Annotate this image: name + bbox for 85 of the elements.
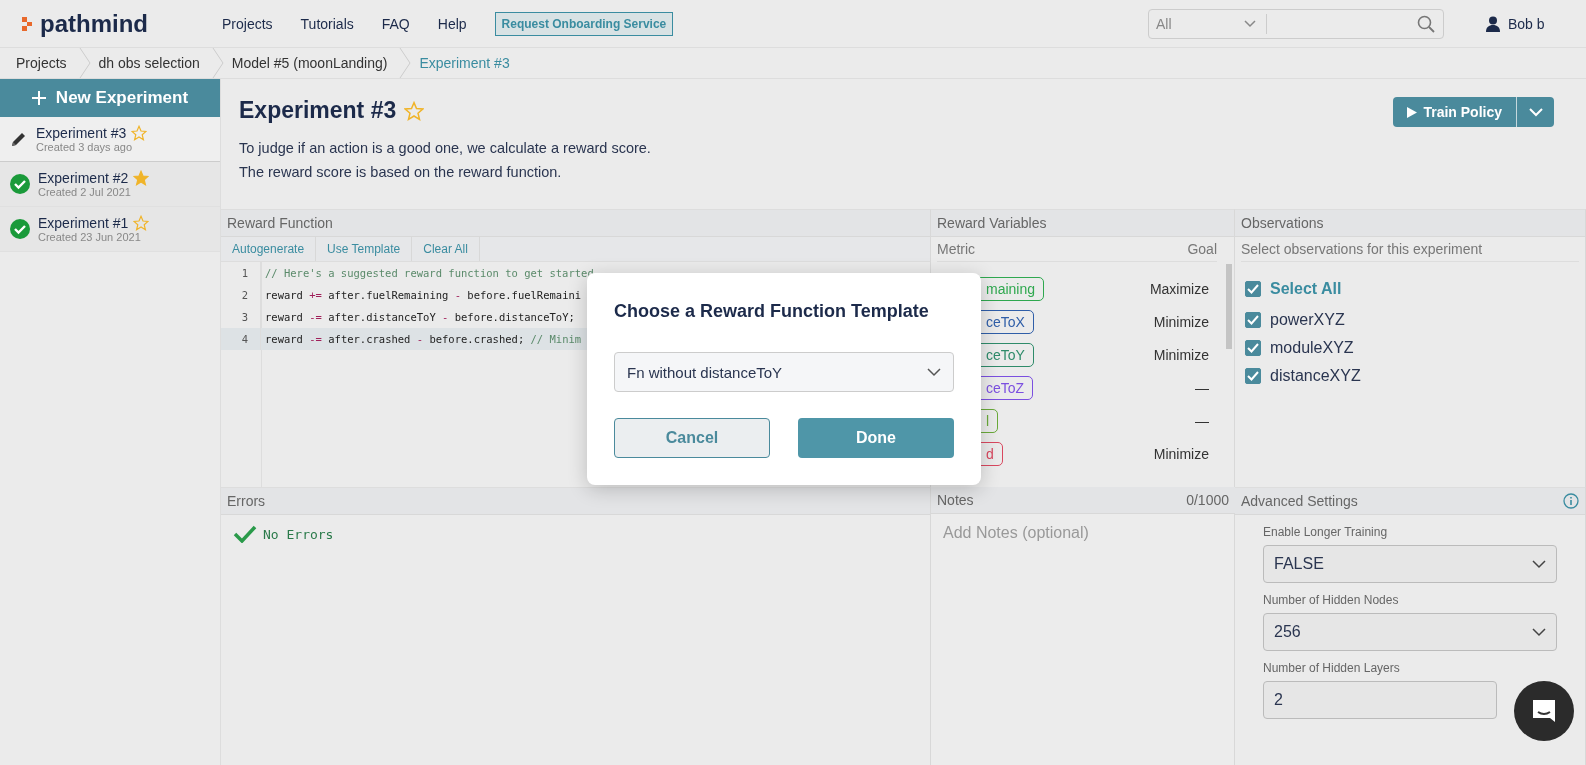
description-text: To judge if an action is a good one, we calculate a reward score. — [239, 139, 651, 158]
experiment-date: Created 3 days ago — [36, 141, 133, 153]
check-circle-icon — [10, 219, 30, 239]
play-icon — [1407, 106, 1418, 118]
user-icon — [1486, 15, 1500, 32]
checkbox[interactable] — [1245, 368, 1261, 384]
observation-label[interactable]: distanceXYZ — [1270, 367, 1361, 385]
pencil-icon — [10, 130, 28, 148]
star-icon[interactable] — [133, 215, 150, 231]
field-label: Enable Longer Training — [1263, 525, 1389, 539]
nav-link[interactable]: Projects — [222, 15, 273, 32]
chevron-icon — [927, 367, 941, 377]
plus-icon — [31, 91, 46, 105]
experiment-date: Created 2 Jul 2021 — [38, 186, 132, 198]
search-icon[interactable] — [1417, 14, 1435, 33]
template-select[interactable]: Fn without distanceToY — [614, 352, 954, 392]
goal-text: Minimize — [1153, 313, 1209, 330]
panel-header: Advanced Settings — [1241, 492, 1358, 511]
column-header: Goal — [1187, 241, 1217, 257]
chevron-separator-icon — [399, 48, 412, 78]
character-count: 0/1000 — [1186, 491, 1229, 510]
chevron-icon — [1532, 627, 1546, 637]
breadcrumb[interactable]: Projects — [16, 55, 79, 71]
notes-field[interactable]: Add Notes (optional) — [931, 514, 1235, 765]
experiment-title: Experiment #2 — [38, 170, 129, 186]
panel-header: Errors — [221, 488, 930, 515]
goal-text: Minimize — [1153, 445, 1209, 462]
star-icon[interactable] — [404, 100, 425, 121]
goal-text: Minimize — [1153, 346, 1209, 363]
code-line: reward += after.fuelRemaining - before.fuelRemaini — [265, 289, 582, 301]
star-icon[interactable] — [131, 125, 148, 141]
nav-link[interactable]: Help — [437, 15, 467, 32]
hint-text: Select observations for this experiment — [1241, 237, 1579, 262]
field-label: Number of Hidden Layers — [1263, 661, 1401, 675]
line-number: 4 — [221, 328, 261, 350]
star-icon[interactable] — [133, 170, 150, 186]
experiment-item[interactable]: Experiment #3 Created 3 days ago — [0, 117, 220, 162]
chevron-icon — [1528, 107, 1543, 117]
nav-link[interactable]: FAQ — [381, 15, 410, 32]
checkbox[interactable] — [1245, 340, 1261, 356]
column-header: Metric — [937, 241, 976, 257]
experiment-title: Experiment #3 — [239, 97, 397, 124]
checkbox[interactable] — [1245, 312, 1261, 328]
experiment-item[interactable]: Experiment #1 Created 23 Jun 2021 — [0, 207, 220, 252]
goal-text: Maximize — [1149, 280, 1209, 297]
checkmark-icon — [233, 525, 257, 543]
input-field[interactable]: 2 — [1263, 681, 1497, 719]
code-line: reward -= after.crashed - before.crashed; // Minim — [265, 333, 582, 345]
goal-text: — — [1195, 379, 1209, 396]
panel-header: Reward Variables — [931, 210, 1234, 237]
check-circle-icon — [10, 174, 30, 194]
train-policy-button[interactable]: Train Policy — [1393, 97, 1516, 127]
panel-header: Reward Function — [221, 210, 930, 237]
line-number: 1 — [221, 262, 261, 284]
description-text: The reward score is based on the reward function. — [239, 163, 563, 182]
select-field[interactable]: FALSE — [1263, 545, 1557, 583]
goal-text: — — [1195, 412, 1209, 429]
breadcrumb[interactable]: Model #5 (moonLanding) — [223, 55, 400, 71]
panel-header: Observations — [1235, 210, 1585, 237]
select-field[interactable]: 256 — [1263, 613, 1557, 651]
chevron-separator-icon — [211, 48, 224, 78]
panel-header: Notes — [937, 491, 974, 510]
chat-icon — [1530, 697, 1558, 725]
logo-text[interactable]: pathmind — [40, 9, 148, 38]
new-experiment-button[interactable]: New Experiment — [0, 79, 220, 117]
experiment-item[interactable]: Experiment #2 Created 2 Jul 2021 — [0, 162, 220, 207]
code-line: reward -= after.distanceToY - before.distanceToY; — [265, 311, 575, 323]
field-label: Number of Hidden Nodes — [1263, 593, 1400, 607]
chevron-icon — [1532, 559, 1546, 569]
nav-link[interactable]: Tutorials — [300, 15, 354, 32]
info-icon[interactable] — [1563, 493, 1579, 509]
experiment-title: Experiment #3 — [36, 125, 127, 141]
checkbox[interactable] — [1245, 281, 1261, 297]
dialog-title: Choose a Reward Function Template — [614, 301, 930, 322]
line-number: 2 — [221, 284, 261, 306]
chevron-icon — [1244, 19, 1256, 28]
status-text: No Errors — [263, 526, 334, 542]
observation-label[interactable]: moduleXYZ — [1270, 339, 1354, 357]
user-name[interactable]: Bob b — [1508, 15, 1545, 32]
experiment-date: Created 23 Jun 2021 — [38, 231, 142, 243]
breadcrumb[interactable]: dh obs selection — [90, 55, 212, 71]
chevron-separator-icon — [78, 48, 91, 78]
dropdown-button[interactable] — [1516, 97, 1554, 127]
experiment-title: Experiment #1 — [38, 215, 129, 231]
observation-label[interactable]: powerXYZ — [1270, 311, 1345, 329]
